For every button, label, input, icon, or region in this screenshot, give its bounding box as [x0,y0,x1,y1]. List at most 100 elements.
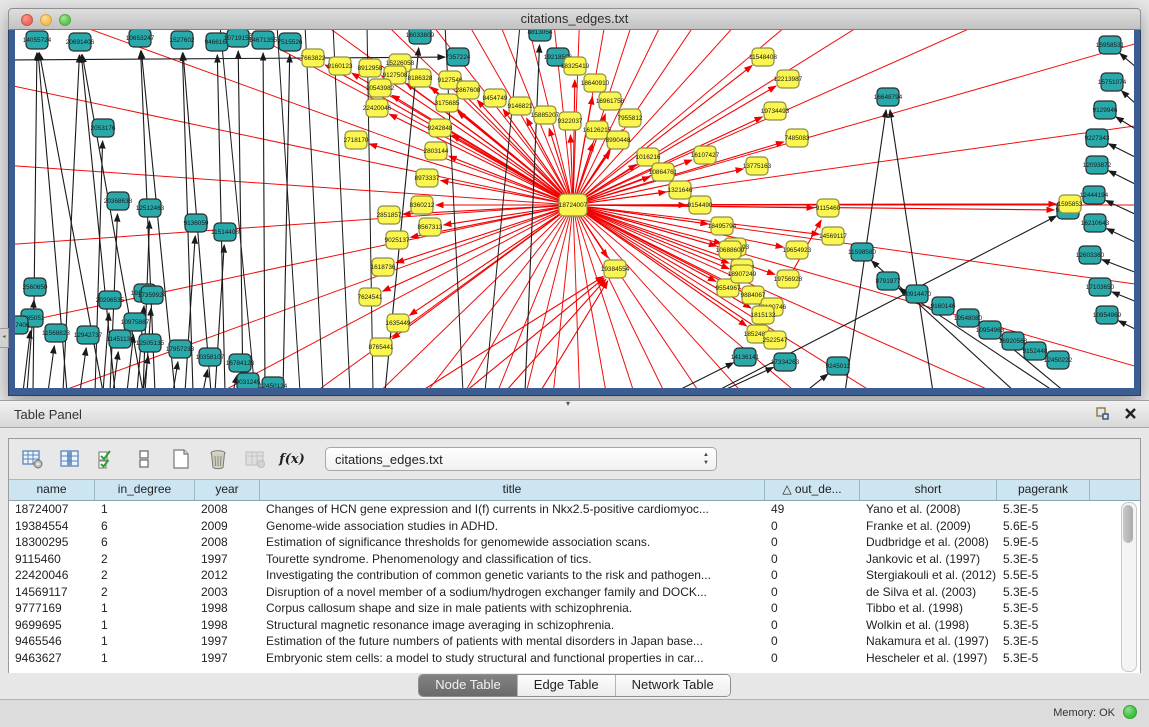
zoom-window-icon[interactable] [59,14,71,26]
graph-node[interactable]: 19756928 [774,270,803,288]
graph-node[interactable]: 17359924 [138,286,167,304]
graph-node[interactable]: 9115460 [816,199,841,217]
graph-node[interactable]: 10653247 [126,30,155,47]
table-row[interactable]: 1872400712008Changes of HCN gene express… [9,501,1140,518]
graph-node[interactable]: 10954969 [1093,306,1122,324]
graph-node[interactable]: 22420046 [363,99,392,117]
table-row[interactable]: 2242004622012Investigating the contribut… [9,567,1140,584]
graph-node[interactable]: 12942737 [74,326,103,344]
window-titlebar[interactable]: citations_edges.txt [8,8,1141,30]
graph-node[interactable]: 11451134 [106,330,134,348]
graph-node[interactable]: 8973337 [415,169,440,187]
divider-grip-icon[interactable]: ▾ [566,399,570,408]
graph-node[interactable]: 1815132 [751,306,776,324]
graph-node[interactable]: 14055724 [23,31,52,49]
table-scrollbar[interactable] [1121,502,1137,672]
table-row[interactable]: 1456911722003Disruption of a novel membe… [9,584,1140,601]
graph-node[interactable]: 13775163 [743,157,772,175]
graph-node[interactable]: 16784123 [226,354,255,372]
table-row[interactable]: 969969511998Structural magnetic resonanc… [9,617,1140,634]
row-selection-icon[interactable] [95,447,119,471]
graph-node[interactable]: 7624541 [358,288,383,306]
close-window-icon[interactable] [21,14,33,26]
graph-node[interactable]: 1527602 [170,31,195,49]
function-builder-icon[interactable]: f(x) [280,447,304,471]
graph-node[interactable]: 16033809 [406,30,435,44]
column-header-pagerank[interactable]: pagerank [997,480,1090,500]
graph-node[interactable]: 9227343 [1085,129,1110,147]
graph-node[interactable]: 8454749 [483,89,508,107]
column-visibility-icon[interactable] [58,447,82,471]
graph-node[interactable]: 2851857 [377,206,402,224]
network-graph[interactable]: 18724007 14055724 20691406 10653247 1527… [15,30,1134,388]
graph-node[interactable]: 9322037 [558,112,583,130]
side-panel-collapse-handle[interactable]: ◂ [0,328,9,348]
graph-node[interactable]: 9031245 [236,373,261,388]
graph-node[interactable]: 10543982 [366,79,395,97]
graph-node[interactable]: 8765441 [369,338,394,356]
graph-node[interactable]: 10864761 [649,163,678,181]
graph-node[interactable]: 18495794 [708,217,737,235]
graph-node[interactable]: 9146821 [508,97,533,115]
graph-node[interactable]: 8186328 [408,69,433,87]
graph-node[interactable]: 10914470 [903,285,932,303]
graph-node[interactable]: 8813054 [528,30,553,41]
graph-node[interactable]: 9242848 [428,119,453,137]
graph-node[interactable]: 9129946 [1093,101,1118,119]
graph-node[interactable]: 19654923 [783,241,812,259]
graph-node[interactable]: 8912958 [358,59,383,77]
graph-node[interactable]: 17957233 [166,340,195,358]
network-canvas[interactable]: 18724007 14055724 20691406 10653247 1527… [15,30,1134,388]
graph-node[interactable]: 12093872 [1083,156,1112,174]
minimize-window-icon[interactable] [40,14,52,26]
graph-node[interactable]: 15751074 [1098,73,1127,91]
graph-node[interactable]: 19548080 [954,309,983,327]
graph-node[interactable]: 12512463 [136,199,165,217]
graph-node[interactable]: 9917406 [15,316,30,334]
graph-node[interactable]: 7955812 [618,109,643,127]
tab-node-table[interactable]: Node Table [419,675,518,696]
graph-node[interactable]: 19734493 [761,102,790,120]
table-row[interactable]: 911546021997Tourette syndrome. Phenomeno… [9,551,1140,568]
graph-node[interactable]: 18640910 [581,74,610,92]
table-row[interactable]: 977716911998Corpus callosum shape and si… [9,600,1140,617]
graph-node[interactable]: 1595853 [1058,195,1083,213]
graph-node[interactable]: 12450124 [259,377,288,388]
column-header-name[interactable]: name [9,480,95,500]
table-selector-dropdown[interactable]: citations_edges.txt ▲▼ [325,447,717,471]
graph-node[interactable]: 8990448 [606,131,631,149]
float-window-icon[interactable] [1095,406,1110,426]
graph-node[interactable]: 10358107 [196,348,225,366]
graph-node[interactable]: 1321646 [668,181,693,199]
graph-node[interactable]: 7357224 [446,48,471,66]
graph-node[interactable]: 9160123 [328,57,353,75]
table-row[interactable]: 946554611997Estimation of the future num… [9,633,1140,650]
tab-edge-table[interactable]: Edge Table [518,675,616,696]
column-header-title[interactable]: title [260,480,765,500]
graph-node[interactable]: 9245012 [826,357,851,375]
table-mode-icon[interactable] [21,447,45,471]
graph-node[interactable]: 2560650 [23,278,48,296]
graph-node[interactable]: 14671355 [249,31,278,49]
graph-node[interactable]: 10688609 [716,241,745,259]
graph-node[interactable]: 8791977 [876,272,901,290]
new-column-icon[interactable] [169,447,193,471]
graph-node[interactable]: 15958531 [1096,36,1125,54]
graph-node[interactable]: 16961758 [596,92,625,110]
graph-node[interactable]: 19384554 [601,260,630,278]
graph-node[interactable]: 18907249 [728,265,757,283]
graph-node[interactable]: 16648794 [874,88,903,106]
graph-node[interactable]: 3175685 [435,94,460,112]
column-header-short[interactable]: short [860,480,997,500]
graph-node[interactable]: 7663822 [301,49,326,67]
graph-node[interactable]: 2803144 [424,142,449,160]
graph-node[interactable]: 2867608 [456,81,481,99]
column-header-in_degree[interactable]: in_degree [95,480,195,500]
graph-node[interactable]: 17334263 [771,353,800,371]
graph-node[interactable]: 12505135 [136,334,165,352]
table-scrollbar-thumb[interactable] [1123,505,1133,543]
graph-node[interactable]: 20368638 [104,192,133,210]
table-row[interactable]: 1830029562008Estimation of significance … [9,534,1140,551]
graph-node[interactable]: 9136059 [184,214,209,232]
graph-node[interactable]: 7485083 [785,129,810,147]
